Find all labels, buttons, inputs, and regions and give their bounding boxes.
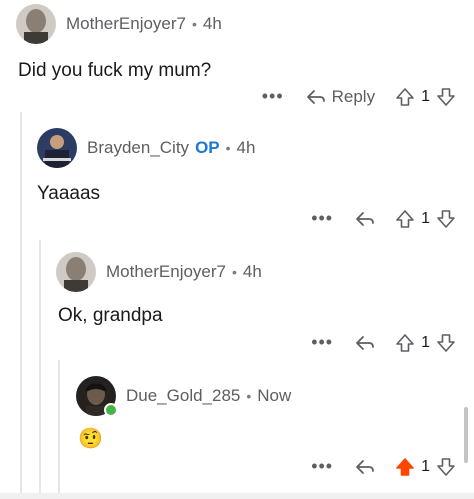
separator-dot: •: [192, 16, 197, 32]
comment-body-emoji: 🤨: [78, 428, 103, 450]
reply-button[interactable]: [355, 335, 375, 351]
reply-arrow-icon: [356, 459, 374, 474]
vote-count: 1: [421, 87, 430, 105]
avatar[interactable]: [56, 252, 96, 292]
username[interactable]: MotherEnjoyer7: [66, 14, 186, 34]
reply-label: Reply: [331, 86, 376, 106]
username[interactable]: Due_Gold_285: [126, 386, 240, 406]
timestamp: 4h: [202, 14, 222, 33]
online-status-icon: [104, 403, 118, 417]
reply-button[interactable]: [355, 459, 375, 475]
username[interactable]: Brayden_City: [87, 138, 189, 158]
comment-header: MotherEnjoyer7 • 4h: [16, 4, 222, 44]
vote-controls: 1: [395, 209, 456, 229]
more-icon[interactable]: •••: [262, 86, 284, 107]
comment-actions: ••• 1: [311, 332, 456, 353]
reply-arrow-icon: [306, 89, 325, 104]
downvote-arrow-icon[interactable]: [436, 457, 456, 477]
comment-header: MotherEnjoyer7 • 4h: [56, 252, 262, 292]
more-icon[interactable]: •••: [311, 456, 333, 477]
more-icon[interactable]: •••: [311, 208, 333, 229]
comment-actions: ••• 1: [311, 456, 456, 477]
downvote-arrow-icon[interactable]: [436, 333, 456, 353]
comment-body: Did you fuck my mum?: [18, 60, 212, 81]
separator-dot: •: [232, 264, 237, 280]
reply-button[interactable]: [355, 211, 375, 227]
comment-body: Yaaaas: [37, 183, 101, 204]
thread-line-level-2[interactable]: [39, 240, 41, 499]
vote-controls: 1: [395, 87, 456, 107]
thread-line-level-3[interactable]: [58, 360, 60, 499]
comment-header: Brayden_City OP • 4h: [37, 128, 255, 168]
comment-actions: ••• 1: [311, 208, 456, 229]
reply-arrow-icon: [356, 211, 374, 226]
timestamp: 4h: [242, 262, 262, 281]
thread-line-level-1[interactable]: [20, 112, 22, 499]
comment-actions: ••• Reply 1: [262, 86, 456, 107]
vote-count: 1: [421, 333, 430, 351]
op-badge: OP: [195, 138, 220, 157]
avatar[interactable]: [16, 4, 56, 44]
vote-count: 1: [421, 457, 430, 475]
upvote-arrow-icon[interactable]: [395, 457, 415, 477]
separator-dot: •: [246, 388, 252, 404]
comment-body: Ok, grandpa: [58, 305, 163, 326]
more-icon[interactable]: •••: [311, 332, 333, 353]
scrollbar[interactable]: [464, 407, 468, 463]
vote-controls: 1: [395, 333, 456, 353]
separator-dot: •: [225, 140, 231, 156]
timestamp: 4h: [236, 138, 256, 157]
upvote-arrow-icon[interactable]: [395, 333, 415, 353]
username[interactable]: MotherEnjoyer7: [106, 262, 226, 282]
reply-arrow-icon: [356, 335, 374, 350]
upvote-arrow-icon[interactable]: [395, 87, 415, 107]
avatar[interactable]: [76, 376, 118, 417]
vote-controls: 1: [395, 457, 456, 477]
downvote-arrow-icon[interactable]: [436, 209, 456, 229]
upvote-arrow-icon[interactable]: [395, 209, 415, 229]
avatar[interactable]: [37, 128, 77, 168]
timestamp: Now: [257, 386, 292, 405]
comment-header: Due_Gold_285 • Now: [76, 376, 292, 417]
divider: [0, 493, 474, 499]
reply-button[interactable]: Reply: [306, 87, 375, 107]
downvote-arrow-icon[interactable]: [436, 87, 456, 107]
vote-count: 1: [421, 209, 430, 227]
